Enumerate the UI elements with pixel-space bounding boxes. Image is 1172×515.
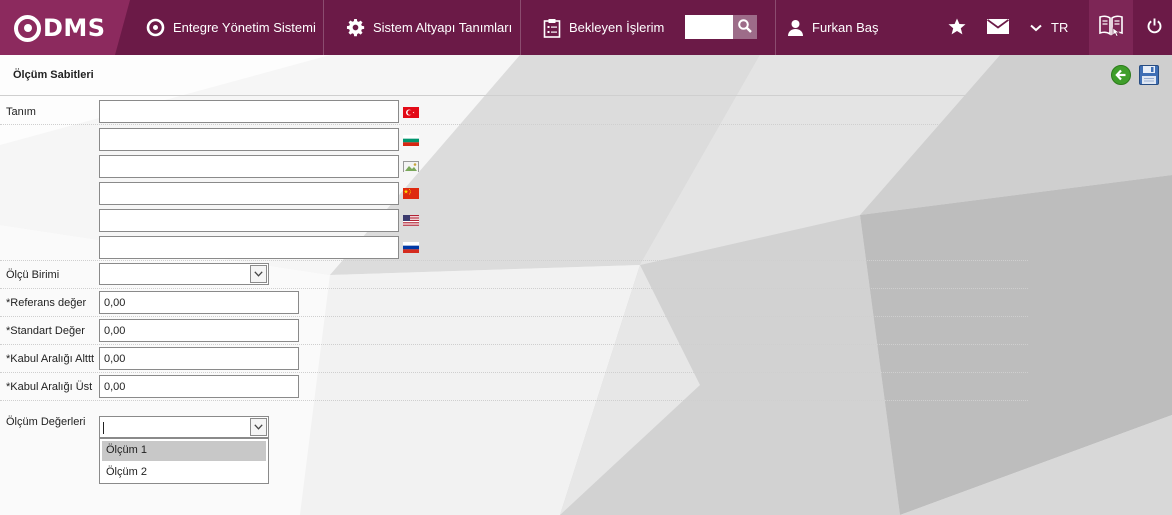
olcum-degerleri-select[interactable] xyxy=(99,416,269,438)
tanim-input-bg[interactable] xyxy=(99,128,399,151)
tanim-input-lang3[interactable] xyxy=(99,155,399,178)
china-flag-icon xyxy=(403,188,419,199)
help-button[interactable] xyxy=(1089,0,1133,55)
star-icon xyxy=(948,18,966,38)
language-selector[interactable]: TR xyxy=(1030,0,1068,55)
qdms-logo[interactable]: DMS xyxy=(14,13,106,43)
clipboard-icon xyxy=(543,18,561,38)
dropdown-arrow[interactable] xyxy=(250,265,267,283)
dropdown-option[interactable]: Ölçüm 1 xyxy=(102,441,266,461)
user-icon xyxy=(787,19,804,36)
tanim-input-tr[interactable] xyxy=(99,100,399,123)
search-input[interactable] xyxy=(685,15,733,39)
kabul-araligi-ust-input[interactable] xyxy=(99,375,299,398)
save-icon xyxy=(1139,65,1159,88)
nav-entegre-yonetim[interactable]: Entegre Yönetim Sistemi xyxy=(146,0,316,55)
olcum-degerleri-label: Ölçüm Değerleri xyxy=(6,416,86,428)
row-divider xyxy=(0,260,1028,261)
nav-label: Entegre Yönetim Sistemi xyxy=(173,20,316,35)
nav-label: Bekleyen İşlerim xyxy=(569,20,665,35)
tanim-input-en[interactable] xyxy=(99,209,399,232)
nav-label: Sistem Altyapı Tanımları xyxy=(373,20,513,35)
messages-button[interactable] xyxy=(985,0,1011,55)
back-button[interactable] xyxy=(1111,65,1131,85)
user-name: Furkan Baş xyxy=(812,20,879,35)
tanim-input-ru[interactable] xyxy=(99,236,399,259)
title-divider xyxy=(0,95,1160,96)
olcu-birimi-label: Ölçü Birimi xyxy=(6,269,60,281)
nav-separator xyxy=(323,0,324,55)
nav-separator xyxy=(520,0,521,55)
top-navbar: DMS Entegre Yönetim Sistemi Sistem Altya… xyxy=(0,0,1172,55)
referans-deger-label: *Referans değer xyxy=(6,297,87,309)
kabul-araligi-alt-label: *Kabul Aralığı Alttt xyxy=(6,353,95,365)
text-caret xyxy=(103,422,104,434)
referans-deger-input[interactable] xyxy=(99,291,299,314)
nav-separator xyxy=(775,0,776,55)
language-code: TR xyxy=(1051,20,1069,35)
tanim-label: Tanım xyxy=(6,106,36,118)
turkey-flag-icon xyxy=(403,107,419,118)
chevron-down-icon xyxy=(1030,24,1042,32)
dropdown-option[interactable]: Ölçüm 2 xyxy=(102,463,266,483)
chevron-down-icon xyxy=(254,271,263,277)
dropdown-arrow[interactable] xyxy=(250,418,267,436)
standart-deger-input[interactable] xyxy=(99,319,299,342)
q-logo-icon xyxy=(14,14,41,42)
save-button[interactable] xyxy=(1139,65,1159,85)
kabul-araligi-alt-input[interactable] xyxy=(99,347,299,370)
nav-sistem-altyapi[interactable]: Sistem Altyapı Tanımları xyxy=(346,0,512,55)
bulgaria-flag-icon xyxy=(403,135,419,146)
user-menu[interactable]: Furkan Baş xyxy=(787,0,878,55)
row-divider xyxy=(0,372,1028,373)
page-content: Ölçüm Sabitleri Tanım Ölçü Birimi *Refer… xyxy=(0,55,1172,515)
logo-text: DMS xyxy=(43,14,106,42)
q-logo-icon xyxy=(146,18,165,37)
chevron-down-icon xyxy=(254,424,263,430)
help-book-icon xyxy=(1099,15,1123,40)
logout-button[interactable] xyxy=(1143,0,1165,55)
nav-bekleyen-islerim[interactable]: Bekleyen İşlerim xyxy=(543,0,664,55)
russia-flag-icon xyxy=(403,242,419,253)
power-icon xyxy=(1147,18,1162,37)
row-divider xyxy=(0,344,1028,345)
olcum-degerleri-dropdown-list: Ölçüm 1 Ölçüm 2 xyxy=(99,438,269,484)
row-divider xyxy=(0,316,1028,317)
back-arrow-icon xyxy=(1115,69,1127,81)
search-icon xyxy=(738,18,752,36)
standart-deger-label: *Standart Değer xyxy=(6,325,85,337)
page-title: Ölçüm Sabitleri xyxy=(13,69,94,81)
kabul-araligi-ust-label: *Kabul Aralığı Üst xyxy=(6,381,93,393)
tanim-input-zh[interactable] xyxy=(99,182,399,205)
row-divider xyxy=(0,124,1028,125)
usa-flag-icon xyxy=(403,215,419,226)
olcu-birimi-select[interactable] xyxy=(99,263,269,285)
mail-icon xyxy=(986,18,1010,37)
row-divider xyxy=(0,288,1028,289)
row-divider xyxy=(0,400,1028,401)
favorites-button[interactable] xyxy=(946,0,968,55)
gear-icon xyxy=(346,18,365,37)
search-button[interactable] xyxy=(733,15,757,39)
broken-image-icon xyxy=(403,161,419,172)
